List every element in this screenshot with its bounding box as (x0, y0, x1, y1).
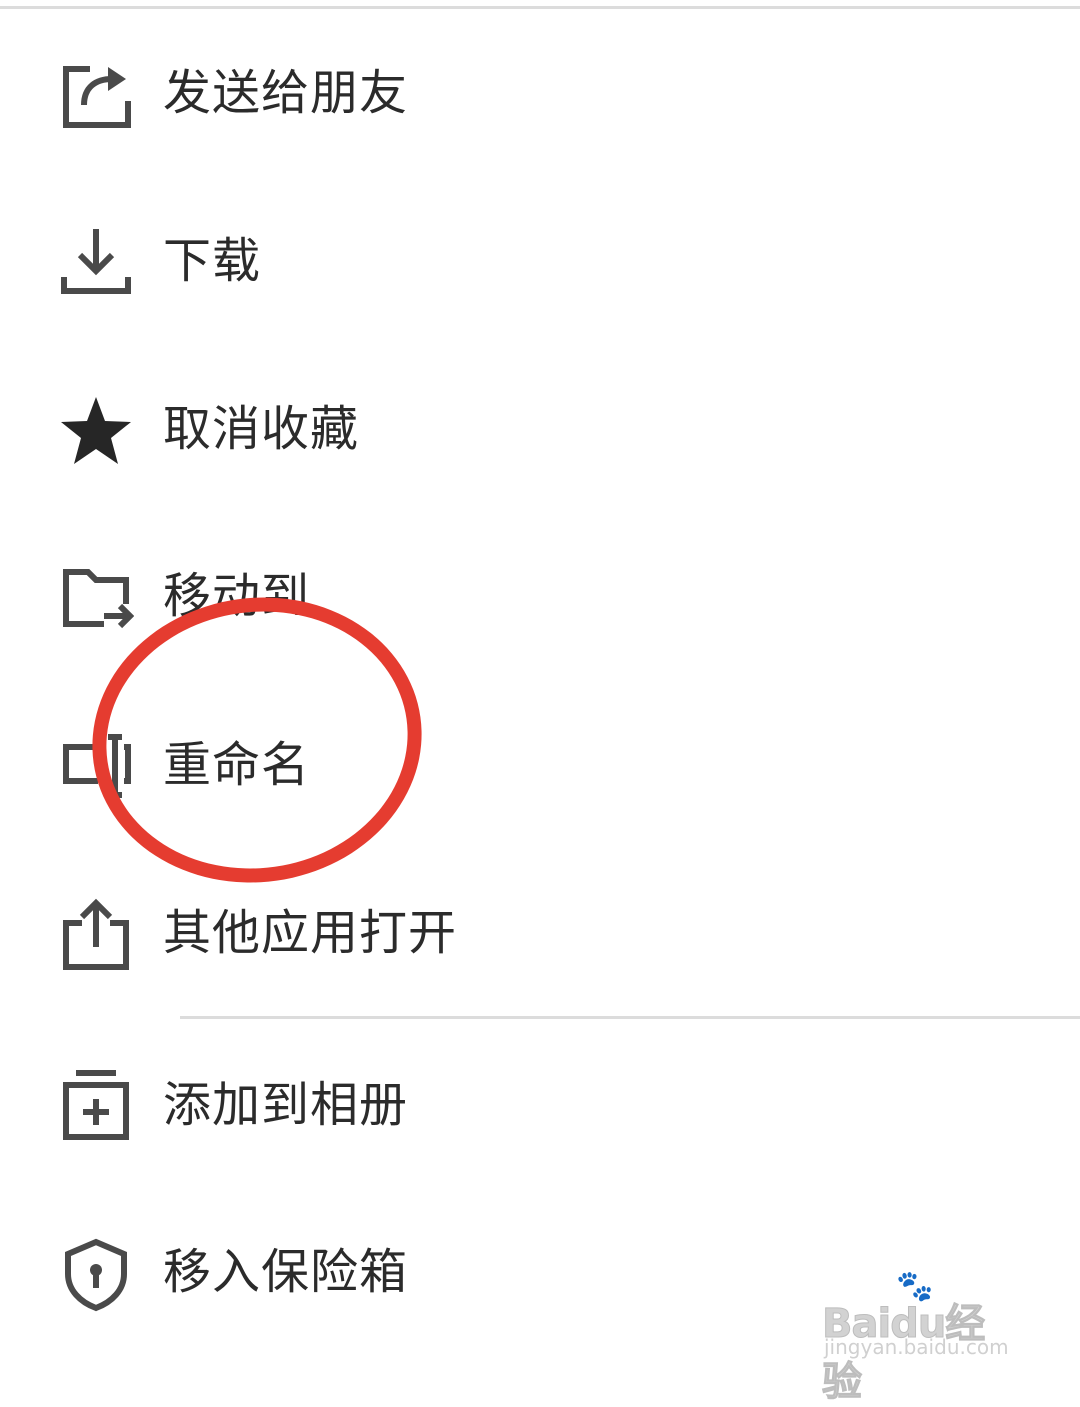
menu-item-label: 取消收藏 (163, 401, 360, 457)
menu-item-open-with-other-app[interactable]: 其他应用打开 (0, 873, 1080, 993)
menu-item-label: 移动到 (163, 568, 311, 624)
rename-icon (58, 729, 134, 805)
menu-item-rename[interactable]: 重命名 (0, 705, 1080, 825)
watermark-url: jingyan.baidu.com (824, 1335, 1009, 1359)
move-folder-icon (58, 560, 134, 636)
menu-item-label: 移入保险箱 (163, 1244, 409, 1300)
open-with-icon (58, 897, 134, 973)
menu-item-label: 添加到相册 (163, 1077, 409, 1133)
add-to-album-icon (58, 1069, 134, 1145)
top-divider (0, 6, 1080, 9)
download-icon (58, 225, 134, 301)
menu-item-add-to-album[interactable]: 添加到相册 (0, 1045, 1080, 1165)
menu-item-move-to[interactable]: 移动到 (0, 536, 1080, 656)
menu-item-label: 下载 (163, 233, 262, 289)
menu-item-label: 重命名 (163, 737, 311, 793)
menu-item-label: 其他应用打开 (163, 905, 458, 961)
menu-item-download[interactable]: 下载 (0, 201, 1080, 321)
section-divider (180, 1016, 1080, 1019)
menu-item-label: 发送给朋友 (163, 65, 409, 121)
menu-item-unfavorite[interactable]: 取消收藏 (0, 369, 1080, 489)
share-icon (58, 57, 134, 133)
menu-item-move-to-safe[interactable]: 移入保险箱 (0, 1212, 1080, 1332)
safe-box-icon (58, 1236, 134, 1312)
star-icon (58, 393, 134, 469)
menu-item-send-to-friend[interactable]: 发送给朋友 (0, 33, 1080, 153)
